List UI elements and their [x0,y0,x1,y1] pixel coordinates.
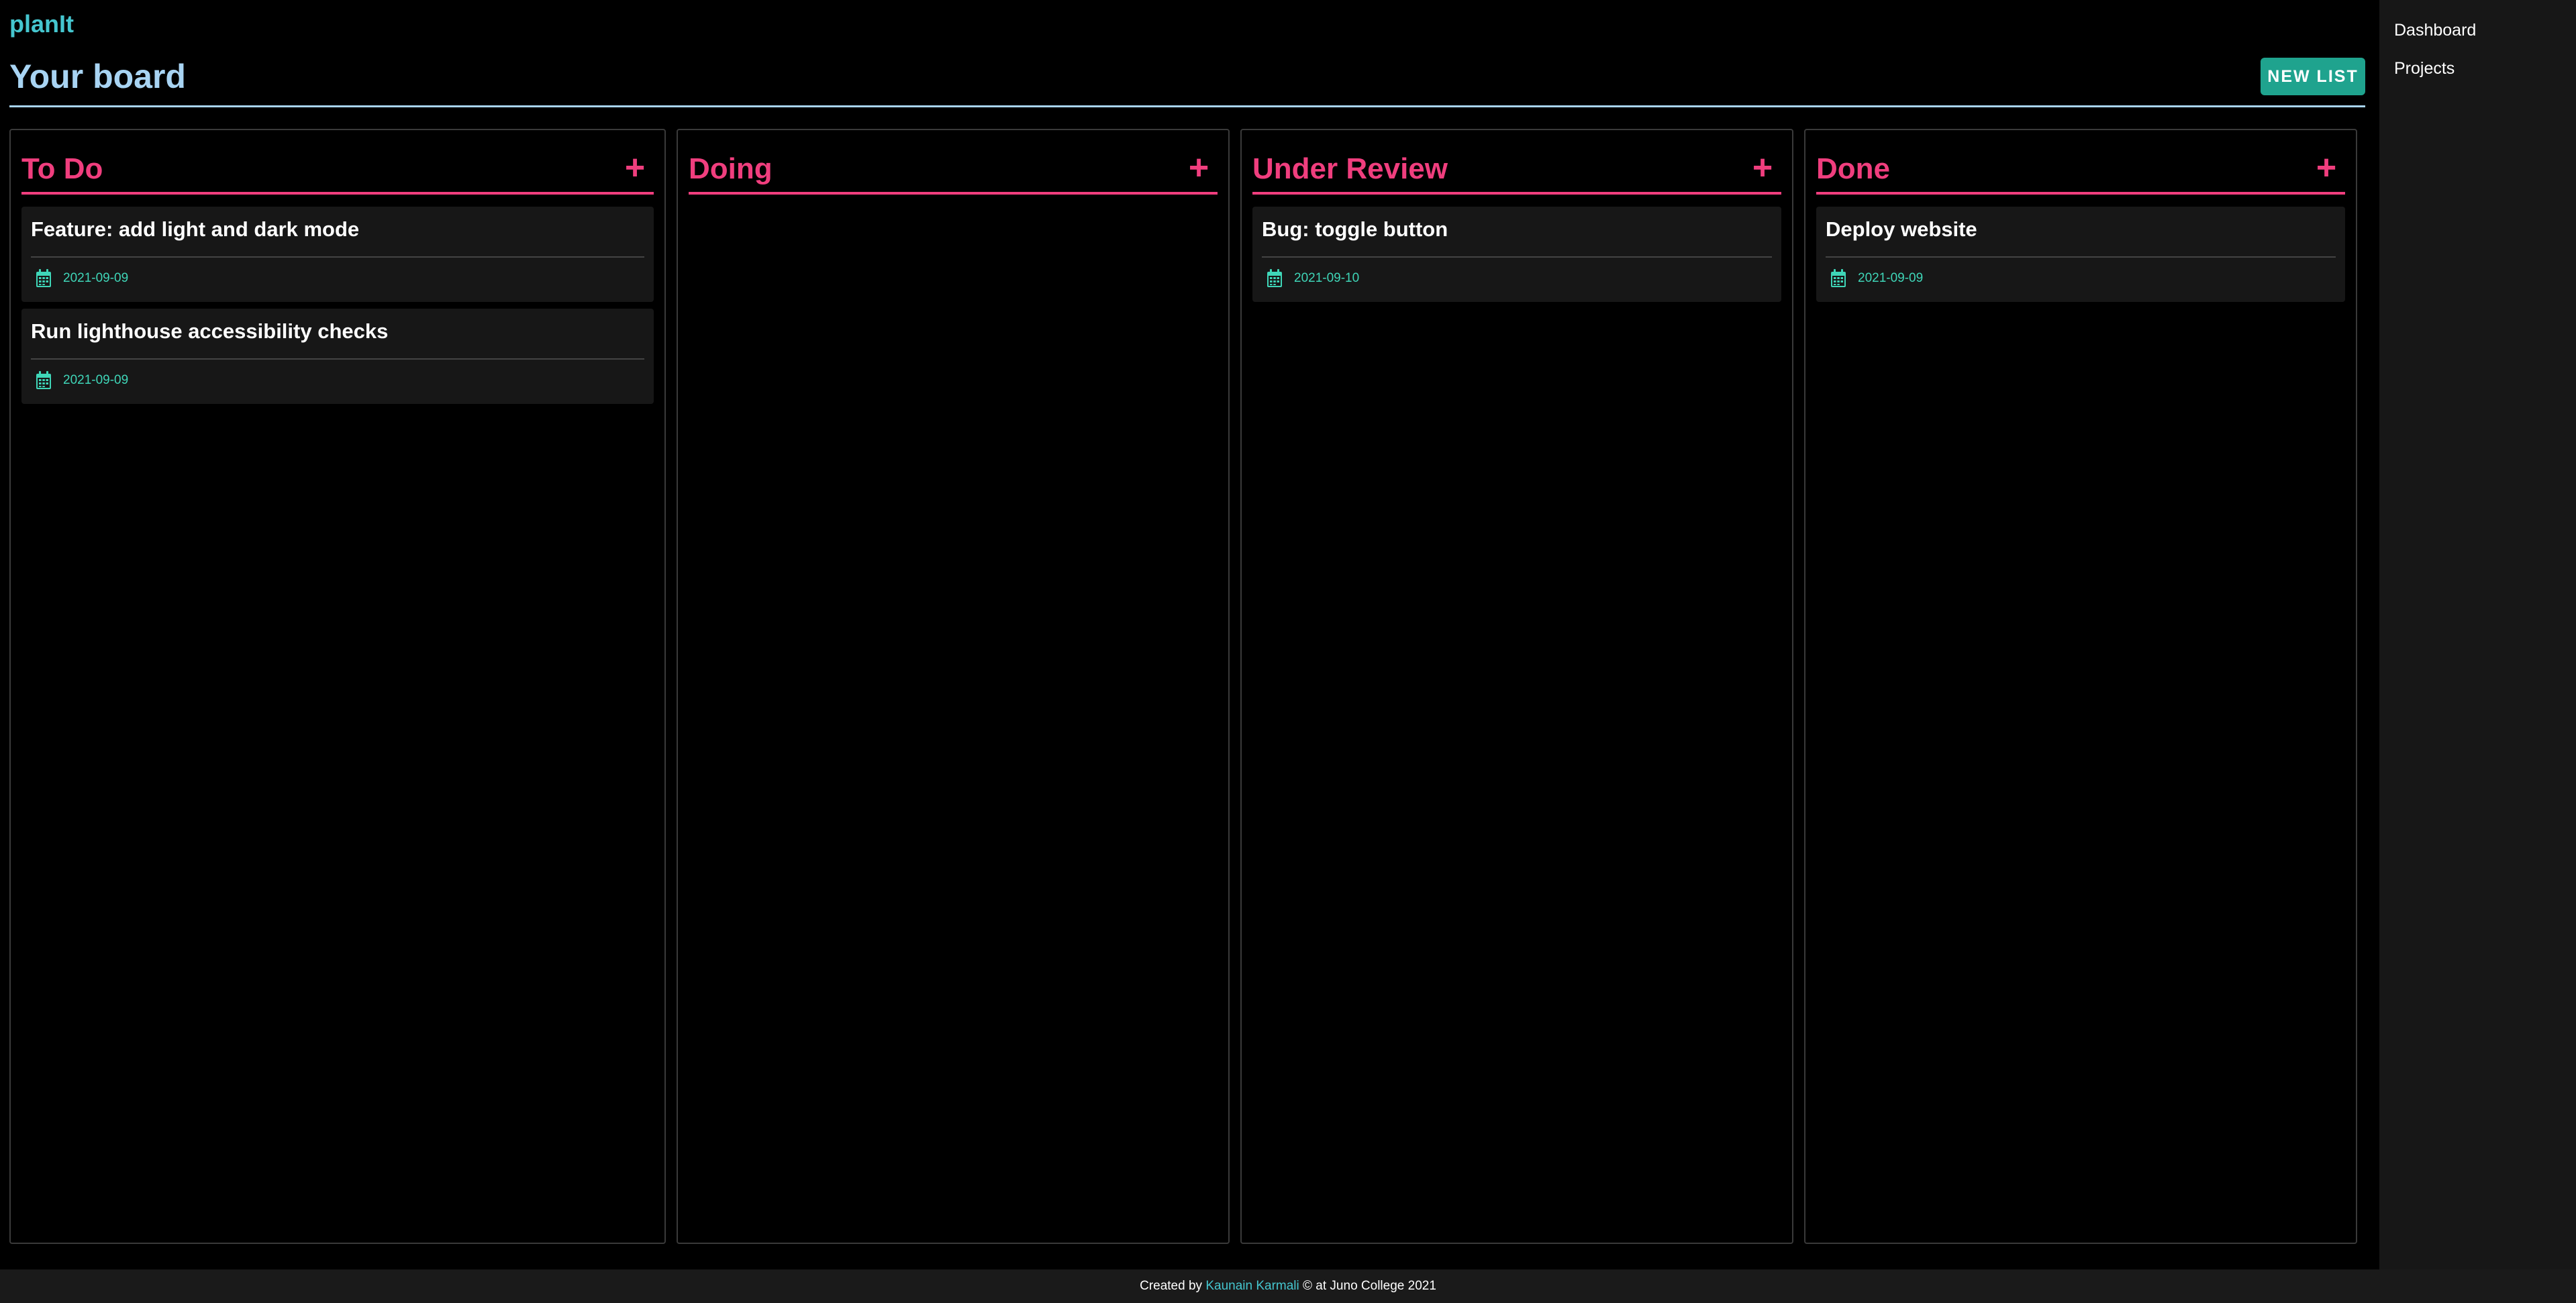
calendar-icon [36,269,51,287]
card-title: Bug: toggle button [1262,217,1448,241]
due-date: 2021-09-09 [63,373,129,387]
calendar-icon [1267,269,1282,287]
board: To Do + Feature: add light and dark mode [9,129,2357,1247]
column-header: Doing + [689,149,1218,195]
card-divider [1826,256,2336,258]
app-root: planIt Your board NEW LIST To Do + Featu… [0,0,2576,1303]
new-list-button[interactable]: NEW LIST [2261,58,2365,95]
sidebar-item-dashboard[interactable]: Dashboard [2394,19,2476,42]
page-title: Your board [9,58,186,95]
plus-icon[interactable]: + [2312,149,2341,189]
column-doing: Doing + [677,129,1230,1244]
footer-suffix: © at Juno College 2021 [1303,1279,1436,1293]
column-header: To Do + [21,149,654,195]
column-under-review: Under Review + Bug: toggle button 2021-0… [1240,129,1793,1244]
task-card[interactable]: Deploy website 2021-09-09 [1816,207,2345,302]
card-title: Deploy website [1826,217,1977,241]
plus-icon[interactable]: + [1184,149,1213,189]
card-date: 2021-09-09 [35,368,128,393]
card-title: Feature: add light and dark mode [31,217,360,241]
column-title: Done [1816,152,1890,185]
card-divider [1262,256,1772,258]
due-date: 2021-09-09 [63,271,129,285]
plus-icon[interactable]: + [1748,149,1777,189]
task-card[interactable]: Run lighthouse accessibility checks 2021… [21,309,654,404]
column-to-do: To Do + Feature: add light and dark mode [9,129,666,1244]
card-title: Run lighthouse accessibility checks [31,319,389,343]
column-header: Done + [1816,149,2345,195]
column-title: Doing [689,152,773,185]
due-date: 2021-09-09 [1858,271,1924,285]
card-list: Bug: toggle button 2021-09-10 [1252,207,1781,309]
column-title: To Do [21,152,103,185]
plus-icon[interactable]: + [620,149,650,189]
footer: Created by Kaunain Karmali © at Juno Col… [0,1269,2576,1303]
card-divider [31,358,644,360]
column-done: Done + Deploy website 2021-09-09 [1804,129,2357,1244]
card-list: Feature: add light and dark mode 2021-09… [21,207,654,411]
task-card[interactable]: Bug: toggle button 2021-09-10 [1252,207,1781,302]
sidebar-item-projects[interactable]: Projects [2394,57,2455,80]
column-header: Under Review + [1252,149,1781,195]
column-title: Under Review [1252,152,1448,185]
calendar-icon [36,371,51,389]
author-link[interactable]: Kaunain Karmali [1205,1279,1299,1293]
due-date: 2021-09-10 [1294,271,1360,285]
header-divider [9,105,2365,107]
task-card[interactable]: Feature: add light and dark mode 2021-09… [21,207,654,302]
card-date: 2021-09-10 [1266,266,1359,291]
sidebar: Dashboard Projects [2379,0,2576,1269]
footer-prefix: Created by [1140,1279,1203,1293]
card-date: 2021-09-09 [35,266,128,291]
card-date: 2021-09-09 [1830,266,1923,291]
main-area: planIt Your board NEW LIST To Do + Featu… [0,0,2379,1269]
card-divider [31,256,644,258]
app-logo[interactable]: planIt [9,9,74,39]
card-list: Deploy website 2021-09-09 [1816,207,2345,309]
calendar-icon [1831,269,1846,287]
